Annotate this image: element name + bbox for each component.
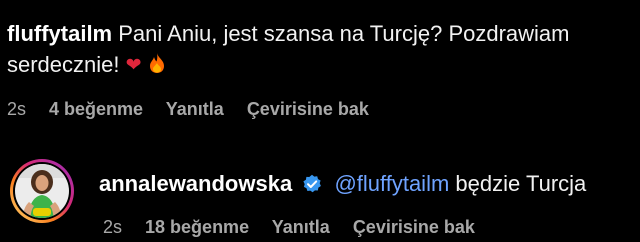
comment-username[interactable]: annalewandowska: [99, 171, 292, 196]
comment-body: będzie Turcja: [455, 171, 587, 196]
reply-button[interactable]: Yanıtla: [272, 217, 330, 237]
likes-count-button[interactable]: 4 beğenme: [49, 99, 143, 119]
comment-meta: 2s 18 beğenme Yanıtla Çevirisine bak: [103, 217, 493, 238]
see-translation-button[interactable]: Çevirisine bak: [353, 217, 475, 237]
comment-time: 2s: [7, 99, 27, 119]
comment-username[interactable]: fluffytailm: [7, 21, 112, 46]
avatar[interactable]: [9, 158, 75, 224]
comment-time: 2s: [103, 217, 123, 237]
comment-text: annalewandowska @fluffytailm będzie Turc…: [99, 170, 586, 201]
verified-badge-icon: [302, 173, 322, 201]
comment-fluffytailm: fluffytailm Pani Aniu, jest szansa na Tu…: [0, 0, 640, 150]
likes-count-button[interactable]: 18 beğenme: [145, 217, 249, 237]
comment-annalewandowska: annalewandowska @fluffytailm będzie Turc…: [0, 150, 640, 242]
mention-link[interactable]: @fluffytailm: [334, 171, 449, 196]
see-translation-button[interactable]: Çevirisine bak: [247, 99, 369, 119]
comment-meta: 2s 4 beğenme Yanıtla Çevirisine bak: [7, 99, 387, 120]
fire-icon: [148, 53, 166, 76]
comment-text: fluffytailm Pani Aniu, jest szansa na Tu…: [7, 18, 627, 81]
red-heart-icon: ❤: [125, 54, 142, 76]
reply-button[interactable]: Yanıtla: [166, 99, 224, 119]
